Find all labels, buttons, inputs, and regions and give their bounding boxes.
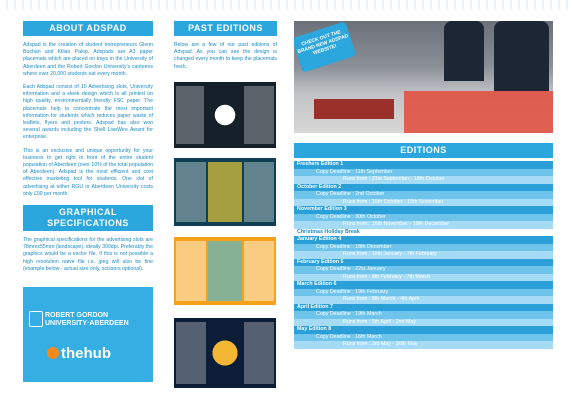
photo-tray: [314, 99, 394, 119]
website-callout: CHECK OUT THE BRAND NEW ADSPAD WEBSITE!: [294, 21, 357, 73]
edition-run-dates: Runs from : 21st September - 18th Octobe…: [294, 176, 553, 184]
edition-name: March Edition 6: [294, 281, 553, 289]
rgu-crest-icon: [29, 311, 43, 327]
edition-copy-deadline: Copy Deadline : 18th December: [294, 243, 553, 251]
edition-copy-deadline: Copy Deadline : 19th March: [294, 311, 553, 319]
past-editions-paragraph: Below are a few of our past editions of …: [174, 42, 277, 70]
edition-copy-deadline: Copy Deadline : 16th March: [294, 333, 553, 341]
about-heading: ABOUT ADSPAD: [23, 21, 153, 36]
hub-dot-icon: [47, 347, 59, 359]
past-edition-thumbnail: [174, 82, 276, 148]
edition-run-dates: Runs from : 3rd May - 30th May: [294, 341, 553, 349]
edition-copy-deadline: Copy Deadline : 22st January: [294, 266, 553, 274]
about-column: ABOUT ADSPAD Adspad is the creation of s…: [23, 21, 153, 273]
edition-name: Christmas Holiday Break: [294, 228, 553, 236]
edition-run-dates: Runs from : 8th February - 7th March: [294, 273, 553, 281]
edition-run-dates: Runs from : 5th April - 2nd May: [294, 318, 553, 326]
edition-run-dates: Runs from : 11th January - 7th February: [294, 251, 553, 259]
photo-person: [494, 21, 549, 91]
edition-name: January Edition 4: [294, 236, 553, 244]
past-edition-thumbnail: [174, 318, 276, 388]
past-edition-thumbnail: [174, 158, 276, 226]
example-ad-slot: ROBERT GORDON UNIVERSITY·ABERDEEN thehub: [23, 287, 153, 382]
past-editions-column: PAST EDITIONS Below are a few of our pas…: [174, 21, 277, 71]
graphical-heading: GRAPHICAL SPECIFICATIONS: [23, 205, 153, 232]
edition-copy-deadline: Copy Deadline : 2nd October: [294, 191, 553, 199]
editions-heading: EDITIONS: [294, 143, 553, 158]
editions-list: Freshers Edition 1 Copy Deadline : 11th S…: [294, 161, 553, 349]
photo-tray: [404, 91, 553, 133]
past-editions-heading: PAST EDITIONS: [174, 21, 277, 36]
edition-name: April Edition 7: [294, 303, 553, 311]
edition-run-dates: Runs from : 16th November - 19th Decembe…: [294, 221, 553, 229]
about-paragraph-3: This is an exclusive and unique opportun…: [23, 147, 153, 197]
edition-run-dates: Runs from : 19th October - 15th November: [294, 198, 553, 206]
past-edition-thumbnail: [174, 237, 276, 305]
edition-name: Freshers Edition 1: [294, 161, 553, 169]
hub-logo: thehub: [61, 345, 111, 362]
edition-run-dates: Runs from : 8th March - 4th April: [294, 296, 553, 304]
edition-name: November Edition 3: [294, 206, 553, 214]
rgu-logo-line2: UNIVERSITY·ABERDEEN: [45, 320, 129, 327]
canteen-photo: CHECK OUT THE BRAND NEW ADSPAD WEBSITE!: [294, 21, 553, 133]
edition-copy-deadline: Copy Deadline : 30th October: [294, 213, 553, 221]
editions-column: EDITIONS Freshers Edition 1 Copy Deadline…: [294, 143, 553, 349]
edition-name: May Edition 8: [294, 326, 553, 334]
rgu-logo: ROBERT GORDON UNIVERSITY·ABERDEEN: [45, 312, 129, 328]
about-paragraph-2: Each Adspad consist of 10 Advertising sl…: [23, 84, 153, 141]
photo-person: [444, 21, 484, 81]
top-decorative-stripe: [0, 0, 572, 10]
edition-copy-deadline: Copy Deadline : 19th February: [294, 288, 553, 296]
rgu-logo-line1: ROBERT GORDON: [45, 312, 108, 319]
about-paragraph-1: Adspad is the creation of student entrep…: [23, 42, 153, 77]
edition-name: October Edition 2: [294, 183, 553, 191]
graphical-paragraph: The graphical specifications for the adv…: [23, 237, 153, 272]
edition-copy-deadline: Copy Deadline : 11th September: [294, 168, 553, 176]
edition-name: February Edition 5: [294, 258, 553, 266]
